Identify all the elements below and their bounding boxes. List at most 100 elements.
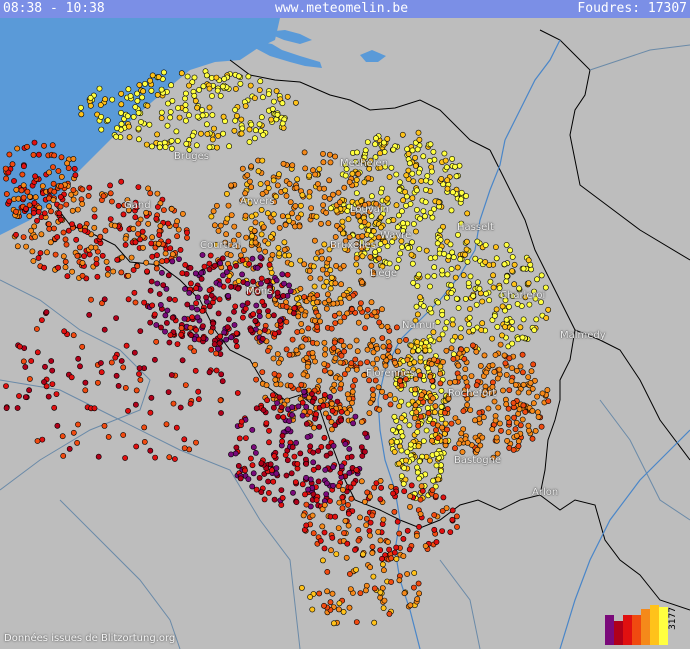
lightning-strike xyxy=(310,530,317,537)
lightning-strike xyxy=(444,271,451,278)
lightning-strike xyxy=(437,227,444,234)
lightning-strike xyxy=(379,388,385,395)
lightning-strike xyxy=(255,168,262,175)
lightning-strike xyxy=(253,405,260,412)
lightning-strike xyxy=(119,254,125,261)
city-hasselt: Hasselt xyxy=(457,222,494,233)
lightning-strike xyxy=(297,202,304,209)
lightning-strike xyxy=(429,437,435,444)
lightning-strike xyxy=(177,404,184,411)
lightning-strike xyxy=(216,340,223,347)
lightning-strike xyxy=(448,290,455,296)
lightning-strike xyxy=(102,227,109,234)
lightning-strike xyxy=(510,399,517,406)
lightning-strike xyxy=(147,319,154,326)
lightning-strike xyxy=(327,393,333,400)
lightning-strike xyxy=(437,370,444,377)
lightning-strike xyxy=(483,290,489,297)
lightning-strike xyxy=(81,227,88,234)
lightning-strike xyxy=(417,294,423,301)
lightning-strike xyxy=(228,334,235,341)
lightning-strike xyxy=(239,271,245,278)
lightning-strike xyxy=(414,429,421,435)
lightning-strike xyxy=(256,474,263,481)
lightning-strike xyxy=(143,141,150,148)
lightning-strike xyxy=(459,449,466,455)
lightning-strike xyxy=(203,72,210,79)
lightning-strike xyxy=(249,426,256,433)
lightning-strike xyxy=(283,303,290,310)
lightning-strike xyxy=(276,224,283,231)
lightning-strike xyxy=(157,223,164,229)
lightning-strike xyxy=(125,86,132,93)
lightning-strike xyxy=(515,389,522,396)
lightning-strike xyxy=(346,294,353,301)
lightning-strike xyxy=(407,441,414,448)
lightning-strike xyxy=(388,483,394,490)
lightning-strike xyxy=(293,499,300,505)
lightning-strike xyxy=(519,351,526,358)
lightning-strike xyxy=(228,212,235,218)
lightning-strike xyxy=(509,326,516,333)
lightning-strike xyxy=(456,350,463,357)
lightning-strike xyxy=(196,87,202,93)
lightning-strike xyxy=(182,102,189,108)
legend-bar xyxy=(641,609,650,645)
lightning-strike xyxy=(24,188,31,195)
lightning-strike xyxy=(160,282,167,288)
lightning-strike xyxy=(228,283,234,290)
lightning-strike xyxy=(470,293,477,299)
lightning-strike xyxy=(215,132,221,139)
lightning-strike xyxy=(431,273,438,279)
lightning-strike xyxy=(244,172,251,179)
lightning-strike xyxy=(145,185,151,192)
lightning-strike xyxy=(430,477,436,484)
lightning-strike xyxy=(427,179,434,186)
lightning-strike xyxy=(130,114,137,120)
lightning-strike xyxy=(309,349,316,356)
lightning-strike xyxy=(270,478,277,485)
lightning-strike xyxy=(189,132,196,139)
lightning-strike xyxy=(312,171,319,178)
lightning-strike xyxy=(32,194,39,201)
lightning-strike xyxy=(327,205,334,212)
lightning-strike xyxy=(235,285,242,292)
lightning-strike xyxy=(38,231,45,238)
lightning-strike xyxy=(431,526,438,533)
lightning-strike xyxy=(334,398,341,405)
lightning-strike xyxy=(184,301,191,308)
lightning-strike xyxy=(503,278,510,285)
lightning-strike xyxy=(435,299,441,306)
lightning-strike xyxy=(525,422,532,429)
lightning-strike xyxy=(60,229,67,236)
lightning-strike xyxy=(490,284,497,291)
lightning-strike xyxy=(47,239,54,246)
lightning-strike xyxy=(182,261,189,268)
lightning-strike xyxy=(466,321,472,328)
site-link[interactable]: www.meteomelin.be xyxy=(275,0,408,18)
lightning-strike xyxy=(448,420,455,427)
lightning-strike xyxy=(307,275,314,281)
lightning-strike xyxy=(430,383,437,390)
lightning-strike xyxy=(118,178,125,185)
lightning-strike xyxy=(287,199,294,205)
lightning-strike xyxy=(158,109,165,116)
lightning-strike xyxy=(62,258,69,265)
lightning-strike xyxy=(251,227,258,234)
lightning-strike xyxy=(409,348,416,355)
lightning-strike xyxy=(427,373,433,380)
lightning-strike xyxy=(231,127,238,134)
lightning-strike xyxy=(423,427,430,434)
lightning-strike xyxy=(404,146,410,152)
lightning-strike xyxy=(370,228,377,235)
lightning-strike xyxy=(464,258,471,265)
lightning-strike xyxy=(365,175,372,181)
lightning-strike xyxy=(256,313,263,320)
lightning-strike xyxy=(127,93,134,99)
lightning-strike xyxy=(279,438,285,445)
lightning-strike xyxy=(449,321,456,328)
lightning-strike xyxy=(520,402,527,409)
lightning-strike xyxy=(355,319,362,326)
lightning-strike xyxy=(149,234,155,241)
lightning-strike xyxy=(515,443,522,449)
